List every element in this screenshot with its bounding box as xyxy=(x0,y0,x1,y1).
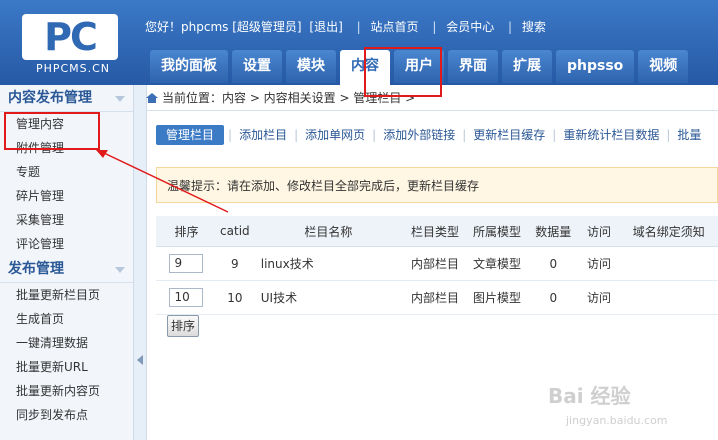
arrow-line xyxy=(103,152,229,213)
baidu-watermark: Bai 经验 xyxy=(548,384,631,408)
baidu-watermark-url: jingyan.baidu.com xyxy=(566,414,668,427)
annotation-arrow xyxy=(96,150,229,213)
